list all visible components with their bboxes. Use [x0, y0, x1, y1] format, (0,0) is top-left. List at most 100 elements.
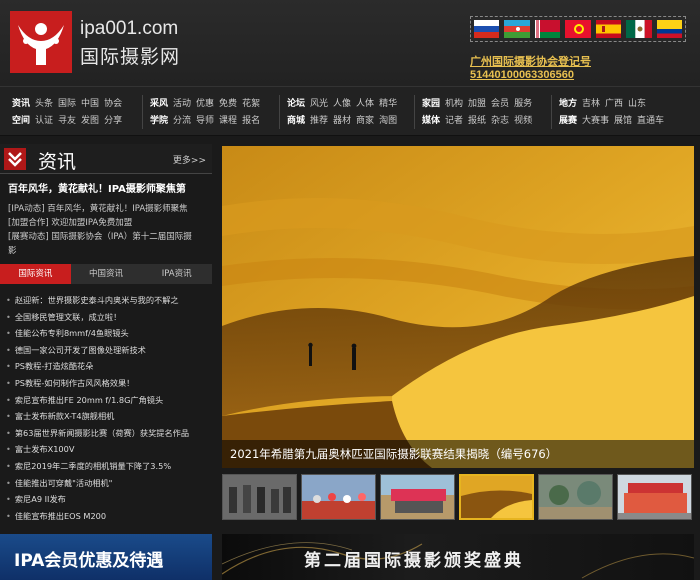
nav-link[interactable]: 展馆	[614, 113, 632, 130]
nav-link[interactable]: 发图	[81, 113, 99, 130]
nav-link[interactable]: 免费	[219, 96, 237, 113]
featured-caption[interactable]: 2021年希腊第九届奥林匹亚国际摄影联赛结果揭晓（编号676）	[230, 446, 557, 462]
registration-number[interactable]: 51440100063306560	[470, 69, 574, 81]
nav-link[interactable]: 认证	[35, 113, 53, 130]
nav-category[interactable]: 商城	[287, 113, 305, 130]
russia-flag[interactable]	[474, 20, 500, 38]
nav-link[interactable]: 记者	[445, 113, 463, 130]
news-list-item[interactable]: 佳能公布专利8mmf/4鱼眼镜头	[6, 325, 210, 342]
nav-row: 家园 机构 加盟 会员 服务	[422, 96, 532, 113]
top-news-link[interactable]: [展赛动态] 国际摄影协会（IPA）第十二届国际摄	[8, 230, 208, 244]
featured-photo[interactable]: 2021年希腊第九届奥林匹亚国际摄影联赛结果揭晓（编号676）	[222, 146, 694, 468]
nav-category[interactable]: 资讯	[12, 96, 30, 113]
top-news-link[interactable]: [加盟合作] 欢迎加盟IPA免费加盟	[8, 216, 208, 230]
nav-link[interactable]: 中国	[81, 96, 99, 113]
nav-link[interactable]: 推荐	[310, 113, 328, 130]
ipa-logo[interactable]	[10, 11, 72, 73]
news-list-item[interactable]: PS教程-如何制作古风风格效果！	[6, 375, 210, 392]
nav-link[interactable]: 课程	[219, 113, 237, 130]
nav-row: 空间 认证 寻友 发图 分享	[12, 113, 122, 130]
news-list-item[interactable]: 富士发布新款X-T4旗舰相机	[6, 408, 210, 425]
news-list-item[interactable]: 全国移民管理文联，成立啦！	[6, 309, 210, 326]
colombia-flag[interactable]	[656, 20, 682, 38]
thumbnail[interactable]	[380, 474, 455, 520]
nav-category[interactable]: 地方	[559, 96, 577, 113]
nav-category[interactable]: 采风	[150, 96, 168, 113]
nav-link[interactable]: 分流	[173, 113, 191, 130]
nav-link[interactable]: 商家	[356, 113, 374, 130]
nav-link[interactable]: 协会	[104, 96, 122, 113]
news-list-item[interactable]: 佳能推出可穿戴"活动相机"	[6, 475, 210, 492]
news-list-item[interactable]: 索尼宣布推出FE 20mm f/1.8G广角镜头	[6, 392, 210, 409]
more-link[interactable]: 更多>>	[173, 153, 206, 166]
nav-link[interactable]: 国际	[58, 96, 76, 113]
tab-ipa-news[interactable]: IPA资讯	[141, 264, 212, 284]
top-news-links: [IPA动态] 百年风华，黄花献礼！IPA摄影师聚焦 [加盟合作] 欢迎加盟IP…	[8, 202, 208, 258]
nav-link[interactable]: 服务	[514, 96, 532, 113]
kyrgyzstan-flag[interactable]	[565, 20, 591, 38]
nav-row: 媒体 记者 报纸 杂志 视频	[422, 113, 532, 130]
nav-link[interactable]: 花絮	[242, 96, 260, 113]
award-ceremony-banner[interactable]: 第二届国际摄影颁奖盛典	[222, 534, 694, 580]
vip-banner[interactable]: IPA会员优惠及待遇	[0, 534, 212, 580]
nav-category[interactable]: 家园	[422, 96, 440, 113]
mexico-flag[interactable]	[626, 20, 652, 38]
nav-category[interactable]: 展赛	[559, 113, 577, 130]
nav-link[interactable]: 人像	[333, 96, 351, 113]
news-list-item[interactable]: 第63届世界新闻摄影比赛（荷赛）获奖提名作品	[6, 425, 210, 442]
nav-link[interactable]: 报纸	[468, 113, 486, 130]
top-news-link[interactable]: 影	[8, 244, 208, 258]
nav-link[interactable]: 视频	[514, 113, 532, 130]
news-list-item[interactable]: 富士发布X100V	[6, 441, 210, 458]
news-list-item[interactable]: 索尼A9 II发布	[6, 491, 210, 508]
azerbaijan-flag[interactable]	[504, 20, 530, 38]
news-headline[interactable]: 百年风华，黄花献礼！IPA摄影师聚焦第	[8, 180, 208, 195]
thumbnail[interactable]	[538, 474, 613, 520]
spain-flag[interactable]	[595, 20, 622, 38]
nav-category[interactable]: 学院	[150, 113, 168, 130]
nav-link[interactable]: 机构	[445, 96, 463, 113]
nav-category[interactable]: 论坛	[287, 96, 305, 113]
nav-link[interactable]: 山东	[628, 96, 646, 113]
news-list-item[interactable]: 索尼2019年二季度的相机销量下降了3.5%	[6, 458, 210, 475]
nav-link[interactable]: 风光	[310, 96, 328, 113]
nav-divider	[551, 95, 552, 129]
news-list-item[interactable]: 德国一家公司开发了图像处理新技术	[6, 342, 210, 359]
nav-link[interactable]: 直通车	[637, 113, 664, 130]
nav-category[interactable]: 空间	[12, 113, 30, 130]
tab-international-news[interactable]: 国际资讯	[0, 264, 71, 284]
thumbnail[interactable]	[301, 474, 376, 520]
site-domain[interactable]: ipa001.com	[80, 18, 178, 40]
nav-link[interactable]: 淘图	[379, 113, 397, 130]
tab-china-news[interactable]: 中国资讯	[71, 264, 142, 284]
nav-divider	[142, 95, 143, 129]
news-list-item[interactable]: PS教程-打造炫酷花朵	[6, 358, 210, 375]
site-name[interactable]: 国际摄影网	[80, 42, 180, 69]
thumbnail[interactable]	[617, 474, 692, 520]
nav-link[interactable]: 头条	[35, 96, 53, 113]
nav-link[interactable]: 活动	[173, 96, 191, 113]
nav-link[interactable]: 精华	[379, 96, 397, 113]
nav-link[interactable]: 报名	[242, 113, 260, 130]
nav-link[interactable]: 器材	[333, 113, 351, 130]
news-list-item[interactable]: 赵迎新：世界摄影史泰斗内奥米与我的不解之	[6, 292, 210, 309]
nav-link[interactable]: 寻友	[58, 113, 76, 130]
nav-link[interactable]: 导师	[196, 113, 214, 130]
nav-link[interactable]: 加盟	[468, 96, 486, 113]
nav-link[interactable]: 优惠	[196, 96, 214, 113]
nav-link[interactable]: 大赛事	[582, 113, 609, 130]
news-list-item[interactable]: 佳能宣布推出EOS M200	[6, 508, 210, 525]
nav-link[interactable]: 吉林	[582, 96, 600, 113]
nav-link[interactable]: 广西	[605, 96, 623, 113]
nav-link[interactable]: 会员	[491, 96, 509, 113]
registration-label[interactable]: 广州国际摄影协会登记号	[470, 53, 591, 69]
top-news-link[interactable]: [IPA动态] 百年风华，黄花献礼！IPA摄影师聚焦	[8, 202, 208, 216]
nav-link[interactable]: 分享	[104, 113, 122, 130]
thumbnail-active[interactable]	[459, 474, 534, 520]
nav-link[interactable]: 人体	[356, 96, 374, 113]
thumbnail[interactable]	[222, 474, 297, 520]
nav-link[interactable]: 杂志	[491, 113, 509, 130]
nav-group: 资讯 头条 国际 中国 协会 空间 认证 寻友 发图 分享	[12, 96, 122, 130]
belarus-flag[interactable]	[534, 20, 561, 38]
nav-category[interactable]: 媒体	[422, 113, 440, 130]
